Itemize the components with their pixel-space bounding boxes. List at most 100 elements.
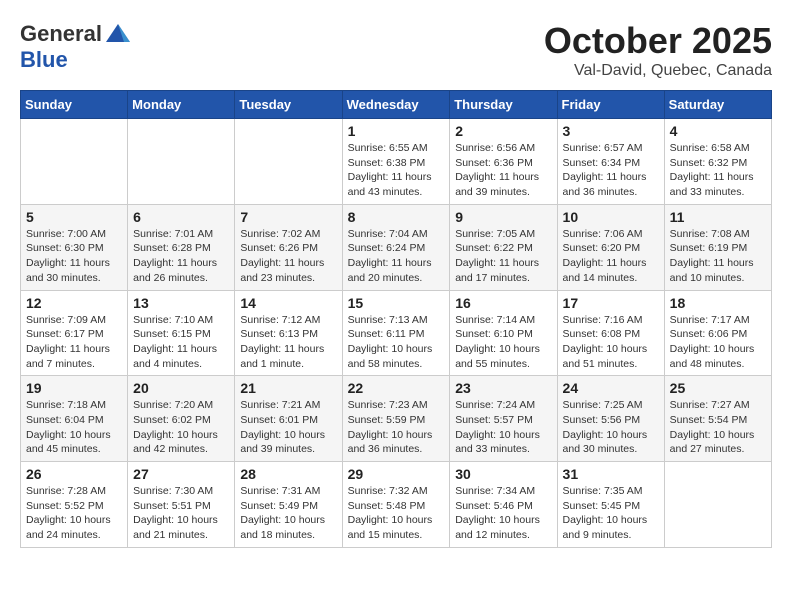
day-number: 18 (670, 295, 766, 311)
calendar-cell: 27Sunrise: 7:30 AM Sunset: 5:51 PM Dayli… (128, 462, 235, 548)
calendar-cell: 15 Sunrise: 7:13 AM Sunset: 6:11 PM Dayli… (342, 290, 450, 376)
calendar-cell: 5 Sunrise: 7:00 AM Sunset: 6:30 PM Daylig… (21, 204, 128, 290)
day-info: Sunrise: 7:09 AM Sunset: 6:17 PM Dayligh… (26, 313, 122, 372)
calendar-cell: 29 Sunrise: 7:32 AM Sunset: 5:48 PM Dayli… (342, 462, 450, 548)
day-info: Sunrise: 7:23 AM Sunset: 5:59 PM Dayligh… (348, 398, 445, 457)
day-number: 5 (26, 209, 122, 225)
calendar-cell: 4 Sunrise: 6:58 AM Sunset: 6:32 PM Daylig… (664, 119, 771, 205)
day-info: Sunrise: 6:55 AM Sunset: 6:38 PM Dayligh… (348, 141, 445, 200)
logo-blue-text: Blue (20, 47, 68, 72)
calendar-cell (235, 119, 342, 205)
day-info: Sunrise: 7:24 AM Sunset: 5:57 PM Dayligh… (455, 398, 551, 457)
calendar-cell: 26Sunrise: 7:28 AM Sunset: 5:52 PM Dayli… (21, 462, 128, 548)
day-info: Sunrise: 6:56 AM Sunset: 6:36 PM Dayligh… (455, 141, 551, 200)
calendar-header-row: SundayMondayTuesdayWednesdayThursdayFrid… (21, 91, 772, 119)
day-number: 7 (240, 209, 336, 225)
day-info: Sunrise: 7:35 AM Sunset: 5:45 PM Dayligh… (563, 484, 659, 543)
day-number: 27 (133, 466, 229, 482)
day-number: 17 (563, 295, 659, 311)
calendar-cell: 24 Sunrise: 7:25 AM Sunset: 5:56 PM Dayli… (557, 376, 664, 462)
calendar-cell: 7 Sunrise: 7:02 AM Sunset: 6:26 PM Daylig… (235, 204, 342, 290)
calendar-cell: 3Sunrise: 6:57 AM Sunset: 6:34 PM Daylig… (557, 119, 664, 205)
week-row-4: 19Sunrise: 7:18 AM Sunset: 6:04 PM Dayli… (21, 376, 772, 462)
calendar-cell: 31Sunrise: 7:35 AM Sunset: 5:45 PM Dayli… (557, 462, 664, 548)
day-number: 28 (240, 466, 336, 482)
week-row-5: 26Sunrise: 7:28 AM Sunset: 5:52 PM Dayli… (21, 462, 772, 548)
calendar-cell: 21 Sunrise: 7:21 AM Sunset: 6:01 PM Dayli… (235, 376, 342, 462)
day-info: Sunrise: 7:31 AM Sunset: 5:49 PM Dayligh… (240, 484, 336, 543)
day-info: Sunrise: 7:32 AM Sunset: 5:48 PM Dayligh… (348, 484, 445, 543)
day-info: Sunrise: 7:00 AM Sunset: 6:30 PM Dayligh… (26, 227, 122, 286)
page-header: General Blue October 2025 Val-David, Que… (20, 20, 772, 80)
day-info: Sunrise: 6:58 AM Sunset: 6:32 PM Dayligh… (670, 141, 766, 200)
day-number: 4 (670, 123, 766, 139)
day-header-tuesday: Tuesday (235, 91, 342, 119)
day-number: 21 (240, 380, 336, 396)
logo: General Blue (20, 20, 132, 72)
calendar-cell: 16 Sunrise: 7:14 AM Sunset: 6:10 PM Dayli… (450, 290, 557, 376)
day-number: 19 (26, 380, 122, 396)
day-number: 13 (133, 295, 229, 311)
calendar-cell: 11Sunrise: 7:08 AM Sunset: 6:19 PM Dayli… (664, 204, 771, 290)
day-number: 1 (348, 123, 445, 139)
day-info: Sunrise: 7:04 AM Sunset: 6:24 PM Dayligh… (348, 227, 445, 286)
day-number: 22 (348, 380, 445, 396)
calendar-cell: 10 Sunrise: 7:06 AM Sunset: 6:20 PM Dayli… (557, 204, 664, 290)
day-info: Sunrise: 7:25 AM Sunset: 5:56 PM Dayligh… (563, 398, 659, 457)
day-info: Sunrise: 7:28 AM Sunset: 5:52 PM Dayligh… (26, 484, 122, 543)
day-number: 2 (455, 123, 551, 139)
day-number: 12 (26, 295, 122, 311)
logo-text: General (20, 22, 102, 46)
location: Val-David, Quebec, Canada (544, 62, 772, 80)
day-info: Sunrise: 7:08 AM Sunset: 6:19 PM Dayligh… (670, 227, 766, 286)
calendar-cell: 12 Sunrise: 7:09 AM Sunset: 6:17 PM Dayli… (21, 290, 128, 376)
day-number: 3 (563, 123, 659, 139)
week-row-2: 5 Sunrise: 7:00 AM Sunset: 6:30 PM Daylig… (21, 204, 772, 290)
day-header-monday: Monday (128, 91, 235, 119)
calendar-cell: 13Sunrise: 7:10 AM Sunset: 6:15 PM Dayli… (128, 290, 235, 376)
day-info: Sunrise: 7:06 AM Sunset: 6:20 PM Dayligh… (563, 227, 659, 286)
day-number: 9 (455, 209, 551, 225)
day-info: Sunrise: 7:14 AM Sunset: 6:10 PM Dayligh… (455, 313, 551, 372)
day-info: Sunrise: 7:05 AM Sunset: 6:22 PM Dayligh… (455, 227, 551, 286)
day-header-sunday: Sunday (21, 91, 128, 119)
day-number: 10 (563, 209, 659, 225)
day-number: 29 (348, 466, 445, 482)
day-number: 25 (670, 380, 766, 396)
month-title: October 2025 (544, 20, 772, 62)
calendar-cell: 9 Sunrise: 7:05 AM Sunset: 6:22 PM Daylig… (450, 204, 557, 290)
day-info: Sunrise: 7:01 AM Sunset: 6:28 PM Dayligh… (133, 227, 229, 286)
day-info: Sunrise: 7:02 AM Sunset: 6:26 PM Dayligh… (240, 227, 336, 286)
calendar-cell: 6Sunrise: 7:01 AM Sunset: 6:28 PM Daylig… (128, 204, 235, 290)
day-number: 8 (348, 209, 445, 225)
day-number: 24 (563, 380, 659, 396)
day-number: 14 (240, 295, 336, 311)
day-number: 30 (455, 466, 551, 482)
calendar-cell: 28 Sunrise: 7:31 AM Sunset: 5:49 PM Dayli… (235, 462, 342, 548)
day-info: Sunrise: 7:12 AM Sunset: 6:13 PM Dayligh… (240, 313, 336, 372)
calendar-cell (21, 119, 128, 205)
calendar-table: SundayMondayTuesdayWednesdayThursdayFrid… (20, 90, 772, 548)
day-info: Sunrise: 7:16 AM Sunset: 6:08 PM Dayligh… (563, 313, 659, 372)
day-number: 15 (348, 295, 445, 311)
title-block: October 2025 Val-David, Quebec, Canada (544, 20, 772, 80)
day-header-wednesday: Wednesday (342, 91, 450, 119)
calendar-cell: 30Sunrise: 7:34 AM Sunset: 5:46 PM Dayli… (450, 462, 557, 548)
calendar-cell: 22 Sunrise: 7:23 AM Sunset: 5:59 PM Dayli… (342, 376, 450, 462)
calendar-cell: 20 Sunrise: 7:20 AM Sunset: 6:02 PM Dayli… (128, 376, 235, 462)
calendar-cell: 8 Sunrise: 7:04 AM Sunset: 6:24 PM Daylig… (342, 204, 450, 290)
day-info: Sunrise: 7:17 AM Sunset: 6:06 PM Dayligh… (670, 313, 766, 372)
calendar-cell: 19Sunrise: 7:18 AM Sunset: 6:04 PM Dayli… (21, 376, 128, 462)
day-number: 23 (455, 380, 551, 396)
day-info: Sunrise: 7:13 AM Sunset: 6:11 PM Dayligh… (348, 313, 445, 372)
calendar-cell: 14 Sunrise: 7:12 AM Sunset: 6:13 PM Dayli… (235, 290, 342, 376)
day-info: Sunrise: 7:20 AM Sunset: 6:02 PM Dayligh… (133, 398, 229, 457)
day-info: Sunrise: 7:21 AM Sunset: 6:01 PM Dayligh… (240, 398, 336, 457)
day-number: 16 (455, 295, 551, 311)
calendar-cell (128, 119, 235, 205)
logo-icon (104, 20, 132, 48)
calendar-cell: 17 Sunrise: 7:16 AM Sunset: 6:08 PM Dayli… (557, 290, 664, 376)
week-row-1: 1 Sunrise: 6:55 AM Sunset: 6:38 PM Daylig… (21, 119, 772, 205)
day-number: 20 (133, 380, 229, 396)
calendar-cell: 18 Sunrise: 7:17 AM Sunset: 6:06 PM Dayli… (664, 290, 771, 376)
